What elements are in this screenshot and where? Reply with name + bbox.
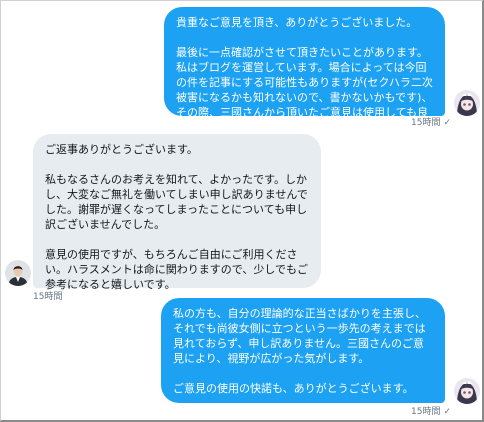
read-check-icon: ✓ [443, 407, 451, 417]
sent-message-bubble[interactable]: 私の方も、自分の理論的な正当さばかりを主張し、それでも尚彼女側に立つという一歩先… [161, 298, 445, 403]
sender-avatar[interactable] [5, 260, 31, 286]
person-avatar-icon [5, 260, 31, 286]
anime-avatar-icon [454, 90, 480, 116]
message-timestamp: 15時間 ✓ [411, 118, 451, 129]
own-avatar[interactable] [454, 90, 480, 116]
message-timestamp: 15時間 [33, 292, 63, 302]
sent-message-bubble[interactable]: 貴重なご意見を頂き、ありがとうございました。 最後に一点確認がさせて頂きたいこと… [164, 7, 445, 134]
dm-conversation: 貴重なご意見を頂き、ありがとうございました。 最後に一点確認がさせて頂きたいこと… [0, 0, 484, 422]
message-timestamp: 15時間 ✓ [411, 407, 451, 418]
anime-avatar-icon [454, 378, 480, 404]
own-avatar[interactable] [454, 378, 480, 404]
timestamp-text: 15時間 [411, 118, 441, 128]
received-message-bubble[interactable]: ご返事ありがとうございます。 私もなるさんのお考えを知れて、よかったです。しかし… [33, 134, 321, 291]
read-check-icon: ✓ [443, 118, 451, 128]
timestamp-text: 15時間 [411, 407, 441, 417]
